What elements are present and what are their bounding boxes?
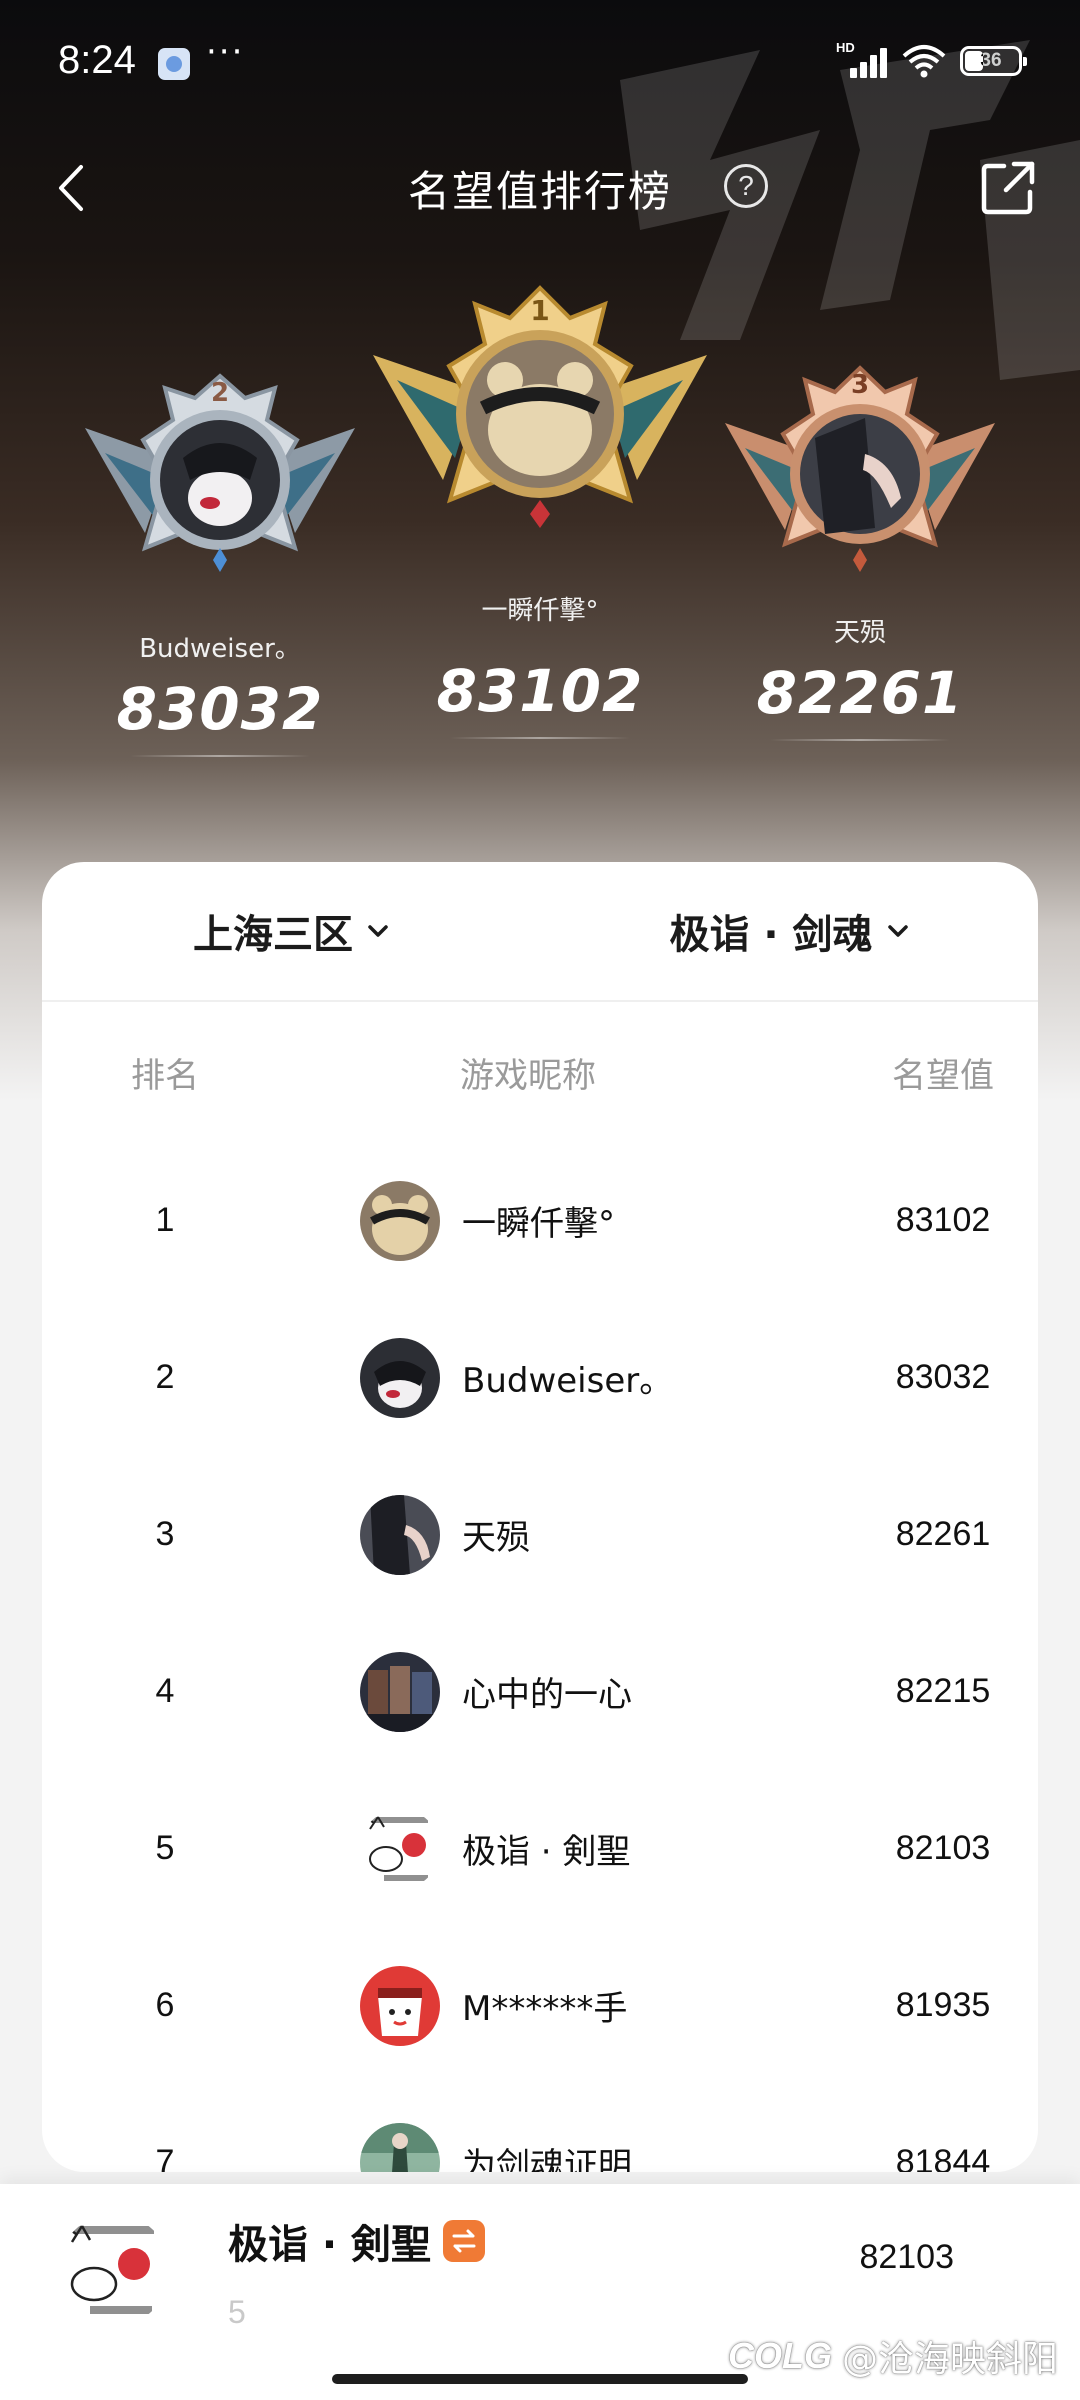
status-bar: 8:24 ··· HD 36 [0, 0, 1080, 130]
podium-score: 82261 [756, 659, 964, 727]
battery-icon: 36 [960, 46, 1027, 76]
podium-place-number: 3 [850, 370, 870, 400]
row-rank: 6 [155, 1986, 175, 2024]
bronze-medal-badge: 3 [715, 358, 1005, 598]
ranking-list: 1 一瞬仟擊° 83102 2 Budweiser。 83032 3 天殒 82… [42, 1142, 1038, 2172]
battery-level: 36 [980, 50, 1002, 71]
row-nickname: 心中的一心 [462, 1675, 632, 1715]
status-time: 8:24 [58, 38, 136, 82]
top-three-podium: 2 Budweiser。 83032 1 一瞬仟擊° 83102 3 天殒 82… [0, 260, 1080, 780]
podium-first-place[interactable]: 1 一瞬仟擊° 83102 [360, 280, 720, 739]
class-dropdown[interactable]: 极诣 · 剑魂 [540, 862, 1038, 1000]
server-dropdown-label: 上海三区 [193, 912, 353, 958]
row-reputation: 81844 [895, 2143, 991, 2172]
status-more-icon: ··· [206, 32, 245, 72]
row-reputation: 83102 [895, 1201, 991, 1239]
watermark-logo: COLG [727, 2335, 832, 2376]
table-row[interactable]: 7 为剑魂证明 81844 [42, 2084, 1038, 2172]
row-rank: 1 [155, 1201, 175, 1239]
avatar-pale-character [360, 1337, 440, 1418]
table-row[interactable]: 5 极诣 · 剣聖 82103 [42, 1770, 1038, 1927]
podium-place-number: 2 [210, 378, 230, 408]
row-nickname: 为剑魂证明 [462, 2146, 632, 2172]
home-indicator[interactable] [332, 2374, 748, 2384]
podium-score: 83102 [436, 657, 644, 725]
column-header-rank: 排名 [131, 1055, 199, 1096]
column-header-nickname: 游戏昵称 [460, 1055, 596, 1096]
my-rank: 5 [228, 2294, 246, 2330]
wifi-icon [902, 45, 946, 78]
row-rank: 5 [155, 1829, 175, 1867]
filter-bar: 上海三区 极诣 · 剑魂 [42, 862, 1038, 1002]
podium-score: 83032 [116, 675, 324, 743]
server-dropdown[interactable]: 上海三区 [42, 862, 540, 1000]
network-type-label: HD [836, 40, 855, 55]
chevron-down-icon [887, 925, 908, 937]
avatar-red-mascot [360, 1965, 440, 2046]
podium-name: Budweiser。 [139, 634, 301, 664]
page-title: 名望值排行榜 [407, 167, 672, 216]
podium-name: 天殒 [833, 618, 886, 648]
podium-name: 一瞬仟擊° [481, 596, 599, 626]
table-row[interactable]: 4 心中的一心 82215 [42, 1613, 1038, 1770]
share-button[interactable] [978, 158, 1038, 218]
row-reputation: 82215 [895, 1672, 991, 1710]
podium-third-place[interactable]: 3 天殒 82261 [710, 358, 1010, 741]
avatar-green-scene [360, 2122, 440, 2172]
share-external-icon [981, 161, 1035, 215]
gold-medal-badge: 1 [365, 280, 715, 550]
cellular-signal-icon: HD [836, 40, 888, 78]
ranking-card: 上海三区 极诣 · 剑魂 排名 游戏昵称 名望值 1 一瞬仟擊° 83102 2… [42, 862, 1038, 2172]
table-row[interactable]: 3 天殒 82261 [42, 1456, 1038, 1613]
row-nickname: Budweiser。 [462, 1361, 674, 1401]
help-button[interactable]: ? [724, 164, 768, 208]
row-nickname: 一瞬仟擊° [462, 1204, 615, 1244]
avatar-sketch-deer [360, 1808, 440, 1889]
my-nickname: 极诣 · 剣聖 [228, 2222, 432, 2268]
row-rank: 4 [155, 1672, 175, 1710]
podium-divider [450, 737, 630, 739]
chevron-down-icon [368, 925, 388, 937]
swap-arrows-icon [443, 2220, 486, 2262]
silver-medal-badge: 2 [75, 368, 365, 598]
notification-app-icon [158, 48, 190, 80]
row-nickname: 天殒 [462, 1518, 530, 1558]
column-header-reputation: 名望值 [892, 1055, 994, 1096]
question-mark-icon: ? [738, 170, 754, 201]
podium-second-place[interactable]: 2 Budweiser。 83032 [70, 368, 370, 757]
table-row[interactable]: 1 一瞬仟擊° 83102 [42, 1142, 1038, 1299]
podium-place-number: 1 [530, 294, 550, 327]
table-header: 排名 游戏昵称 名望值 [42, 1002, 1038, 1142]
row-rank: 7 [155, 2143, 175, 2172]
header-bar: 名望值排行榜 ? [0, 140, 1080, 236]
my-avatar [58, 2214, 170, 2326]
podium-divider [770, 739, 950, 741]
podium-divider [130, 755, 310, 757]
class-dropdown-label: 极诣 · 剑魂 [669, 912, 873, 958]
row-rank: 2 [155, 1358, 175, 1396]
row-reputation: 83032 [895, 1358, 991, 1396]
avatar-dark-figure [360, 1494, 440, 1575]
table-row[interactable]: 6 M******手 81935 [42, 1927, 1038, 2084]
avatar-plush-bear [360, 1180, 440, 1261]
watermark-text: @沧海映斜阳 [841, 2339, 1058, 2380]
my-ranking-bar[interactable]: 极诣 · 剣聖 5 82103 COLG @沧海映斜阳 [0, 2184, 1080, 2400]
row-reputation: 81935 [895, 1986, 991, 2024]
row-reputation: 82103 [895, 1829, 991, 1867]
row-reputation: 82261 [895, 1515, 991, 1553]
row-rank: 3 [155, 1515, 175, 1553]
table-row[interactable]: 2 Budweiser。 83032 [42, 1299, 1038, 1456]
row-nickname: 极诣 · 剣聖 [462, 1832, 631, 1872]
row-nickname: M******手 [462, 1989, 628, 2029]
avatar-group-scene [360, 1651, 440, 1732]
my-reputation: 82103 [859, 2238, 954, 2276]
watermark: COLG @沧海映斜阳 [728, 2330, 1058, 2382]
